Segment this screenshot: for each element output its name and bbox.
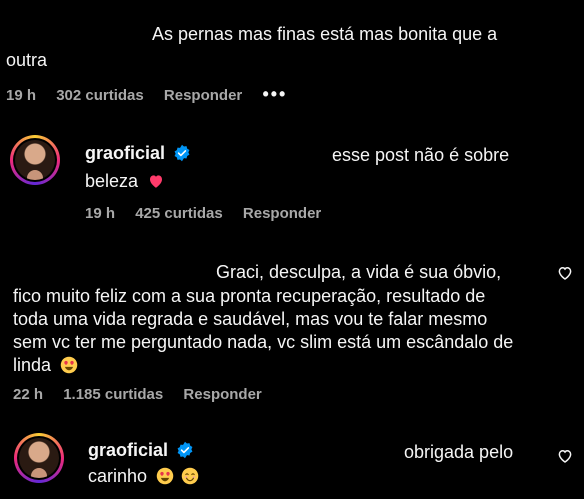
avatar[interactable] (10, 135, 60, 185)
comment-text-line: beleza (85, 169, 165, 193)
comment-text-line: As pernas mas finas está mas bonita que … (152, 24, 498, 44)
comment-text-line: linda (13, 353, 78, 377)
comment-meta: 22 h 1.185 curtidas Responder (13, 386, 278, 403)
comment-text: carinho (88, 466, 148, 486)
comment-text-line: obrigada pelo (404, 442, 514, 462)
like-heart-icon[interactable] (556, 264, 574, 282)
comment-likes[interactable]: 1.185 curtidas (63, 386, 163, 403)
comment-text-line: Graci, desculpa, a vida é sua óbvio, (216, 262, 502, 282)
comment-likes[interactable]: 425 curtidas (135, 205, 223, 222)
comment-text: linda (13, 355, 52, 375)
comment-text-line: carinho (88, 464, 199, 488)
reply-button[interactable]: Responder (243, 205, 321, 222)
more-icon[interactable]: ••• (262, 84, 287, 104)
comment-meta: 19 h 425 curtidas Responder (85, 205, 337, 222)
avatar[interactable] (14, 433, 64, 483)
reply-button[interactable]: Responder (164, 87, 242, 104)
smiling-face-emoji (181, 467, 199, 485)
comment-header: graoficial (85, 143, 191, 164)
heart-emoji (150, 175, 163, 188)
comment-text-line: fico muito feliz com a sua pronta recupe… (13, 286, 486, 306)
reply-button[interactable]: Responder (183, 386, 261, 403)
heart-eyes-emoji (156, 467, 174, 485)
verified-icon (178, 441, 193, 459)
comment-text: beleza (85, 171, 139, 191)
heart-eyes-emoji (60, 356, 78, 374)
comment-meta: 19 h 302 curtidas Responder ••• (6, 84, 303, 105)
comment-text-line: outra (6, 50, 48, 70)
comment-text-line: esse post não é sobre (332, 145, 510, 165)
comment-time: 19 h (85, 205, 116, 222)
like-heart-icon[interactable] (556, 447, 574, 465)
comment-header: graoficial (88, 440, 194, 461)
comment-text-line: toda uma vida regrada e saudável, mas vo… (13, 309, 488, 329)
username[interactable]: graoficial (85, 143, 165, 163)
comment-time: 22 h (13, 386, 44, 403)
comment-time: 19 h (6, 87, 37, 104)
comment-likes[interactable]: 302 curtidas (56, 87, 144, 104)
verified-icon (175, 144, 190, 162)
username[interactable]: graoficial (88, 440, 168, 460)
comment-text-line: sem vc ter me perguntado nada, vc slim e… (13, 332, 514, 352)
